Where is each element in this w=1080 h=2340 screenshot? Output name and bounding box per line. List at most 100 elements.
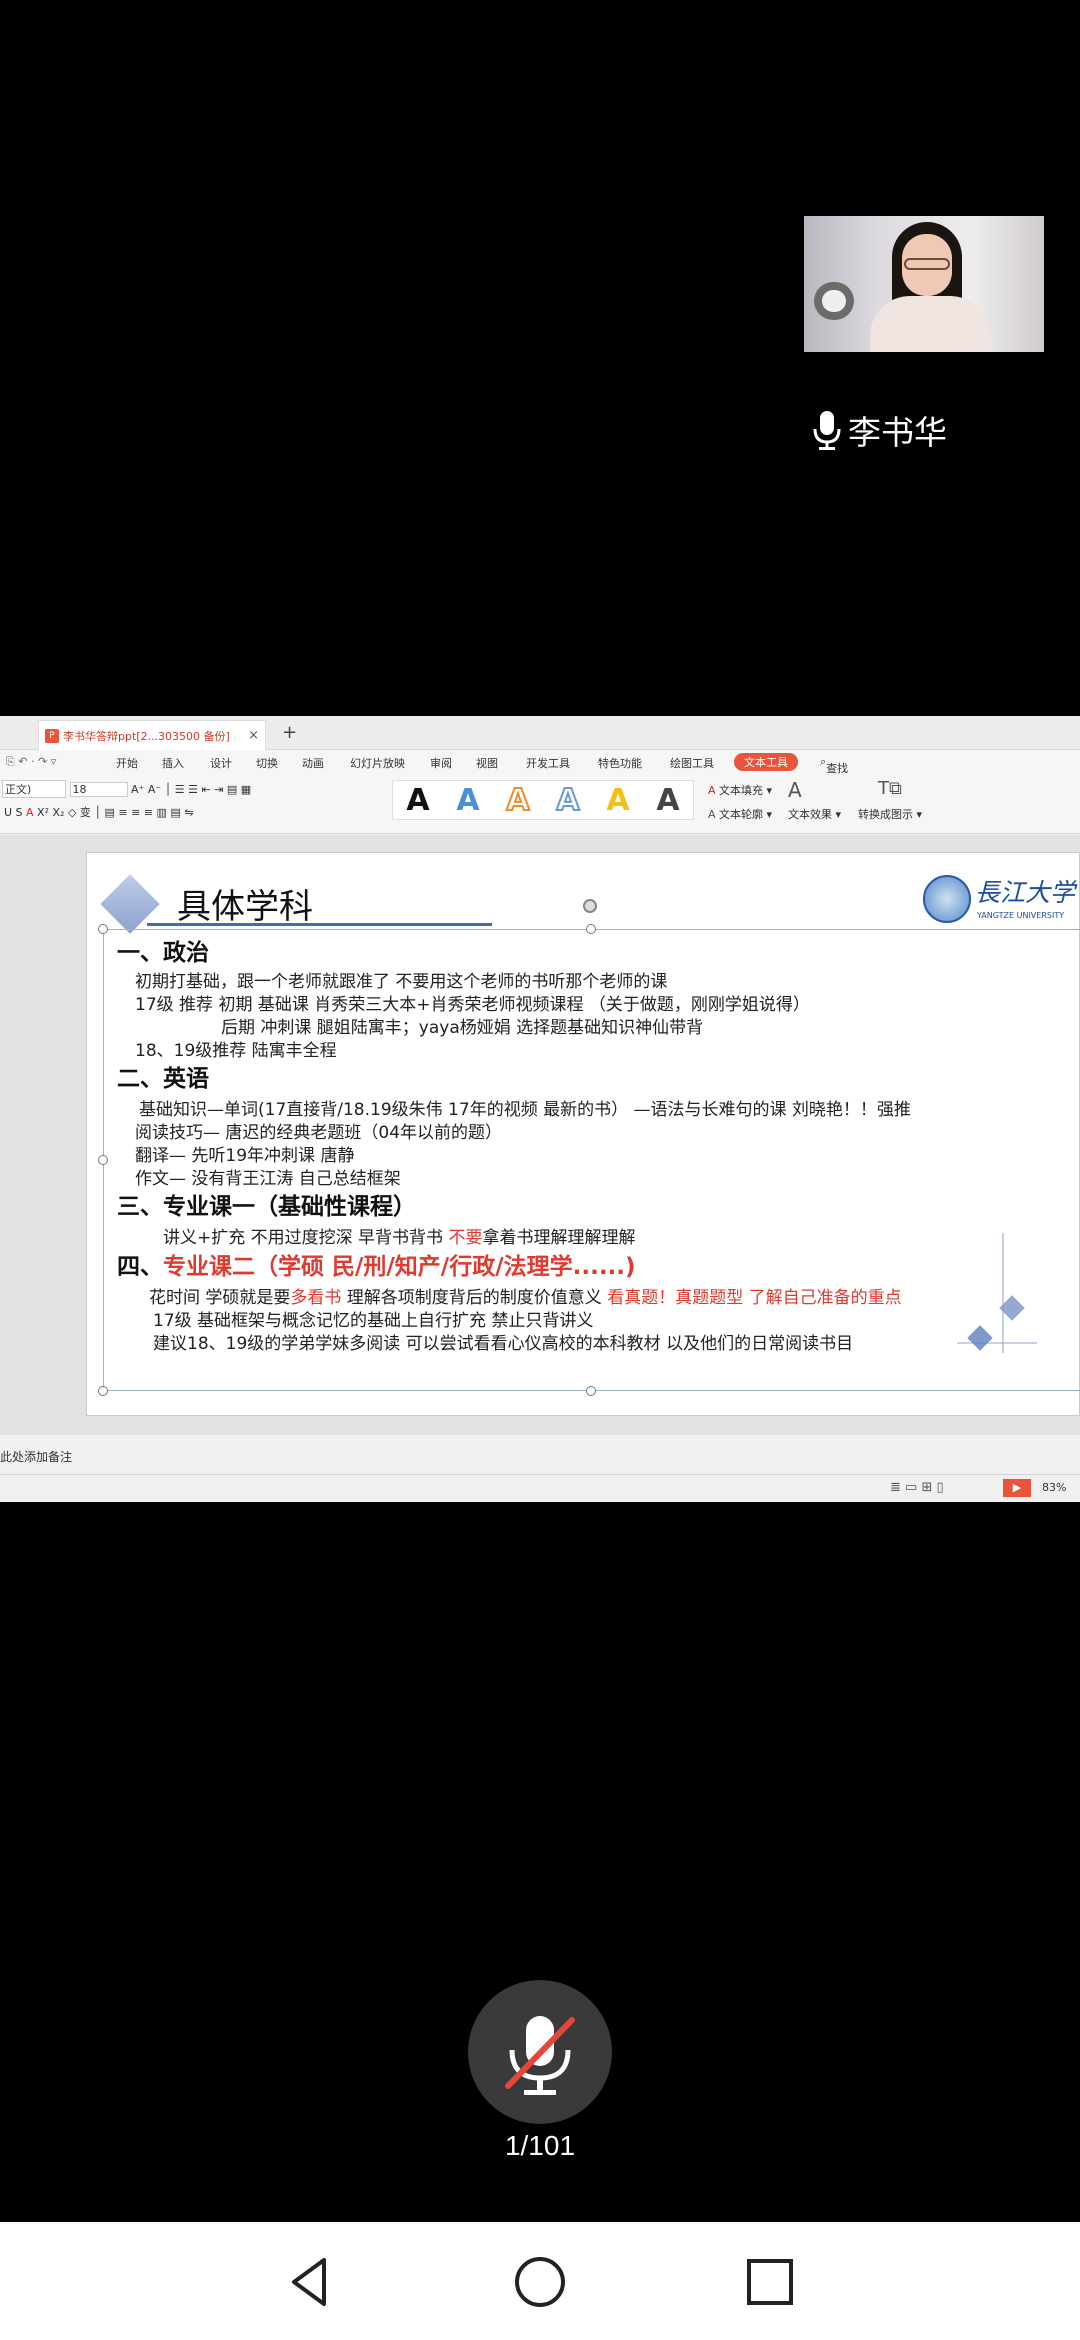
font-row: 正文) 18 A⁺ A⁻ │ ☰ ☰ ⇤ ⇥ ▤ ▦ [2, 780, 251, 798]
university-seal [923, 875, 971, 923]
notes-placeholder[interactable]: 此处添加备注 [0, 1448, 72, 1465]
menu-item-start[interactable]: 开始 [116, 755, 138, 771]
menu-item-insert[interactable]: 插入 [162, 755, 184, 771]
section-english: 二、英语 [117, 1066, 209, 1092]
slide-title[interactable]: 具体学科 [177, 879, 313, 928]
major-two-line-1: 花时间 学硕就是要多看书 理解各项制度背后的制度价值意义 看真题！真题题型 了解… [149, 1283, 902, 1308]
font-name-select[interactable]: 正文) [2, 780, 66, 798]
back-icon[interactable] [280, 2252, 340, 2312]
politics-line-1: 初期打基础，跟一个老师就跟准了 不要用这个老师的书听那个老师的课 [135, 972, 668, 992]
section-politics: 一、政治 [117, 940, 209, 966]
text-outline-label: 文本轮廓 [719, 808, 764, 821]
document-tab[interactable]: P 李书华答辩ppt[2...303500 备份] × [38, 720, 266, 750]
document-tab-title: 李书华答辩ppt[2...303500 备份] [63, 729, 230, 743]
home-icon[interactable] [510, 2252, 570, 2312]
resize-handle-bl[interactable] [98, 1386, 108, 1396]
menu-item-text-tools[interactable]: 文本工具 [734, 753, 798, 771]
major-two-text-c: 理解各项制度背后的制度价值意义 [341, 1288, 608, 1308]
politics-line-3: 后期 冲刺课 腿姐陆寓丰；yaya杨娅娟 选择题基础知识神仙带背 [221, 1018, 704, 1038]
search-menu[interactable]: ⌕ 查找 [820, 755, 848, 775]
speaker-name: 李书华 [848, 413, 947, 452]
major-two-text-red2: 看真题！真题题型 了解自己准备的重点 [607, 1288, 902, 1308]
mic-muted-icon [505, 2016, 575, 2095]
major-two-prefix: 四、 [117, 1254, 163, 1280]
text-style-black[interactable]: A [406, 783, 429, 818]
major-two-text-red1: 多看书 [290, 1288, 342, 1308]
major-two-line-2: 17级 基础框架与概念记忆的基础上自行扩充 禁止只背讲义 [153, 1311, 594, 1331]
resize-handle-t[interactable] [586, 924, 596, 934]
menu-item-design[interactable]: 设计 [210, 755, 232, 771]
shared-screen[interactable]: P 李书华答辩ppt[2...303500 备份] × + ⎘ ↶ · ↷ ▿ … [0, 716, 1080, 1502]
system-nav-bar [0, 2222, 1080, 2340]
major-one-text-red: 不要 [448, 1228, 483, 1248]
slide[interactable]: 具体学科 長江大学 YANGTZE UNIVERSITY 一、政治 初期打基础，… [86, 852, 1080, 1416]
quick-access-icons[interactable]: ⎘ ↶ · ↷ ▿ [6, 755, 56, 769]
text-effect-label: 文本效果 [788, 808, 832, 821]
text-style-blue-outline[interactable]: A [555, 782, 580, 819]
major-two-line-3: 建议18、19级的学弟学妹多阅读 可以尝试看看心仪高校的本科教材 以及他们的日常… [153, 1334, 854, 1354]
text-effect-button[interactable]: 文本效果 ▾ [788, 806, 841, 822]
menu-item-animation[interactable]: 动画 [302, 755, 324, 771]
participant-video[interactable] [804, 216, 1044, 352]
menu-item-developer[interactable]: 开发工具 [526, 755, 570, 771]
major-one-text-c: 拿着书理解理解理解 [482, 1228, 636, 1248]
notes-bar[interactable]: 此处添加备注 [0, 1444, 1080, 1468]
major-one-line-1: 讲义+扩充 不用过度挖深 早背书背书 不要拿着书理解理解理解 [163, 1223, 635, 1248]
text-style-orange-outline[interactable]: A [505, 782, 530, 819]
politics-line-2: 17级 推荐 初期 基础课 肖秀荣三大本+肖秀荣老师视频课程 （关于做题，刚刚学… [135, 995, 810, 1015]
section-major-two: 四、专业课二（学硕 民/刑/知产/行政/法理学......) [117, 1247, 636, 1281]
menu-item-drawing-tools[interactable]: 绘图工具 [670, 755, 714, 771]
menu-bar: ⎘ ↶ · ↷ ▿ 开始 插入 设计 切换 动画 幻灯片放映 审阅 视图 开发工… [0, 750, 1080, 775]
recents-icon[interactable] [740, 2252, 800, 2312]
font-size-select[interactable]: 18 [69, 782, 128, 797]
zoom-level[interactable]: 83% [1042, 1481, 1066, 1494]
text-effect-icon[interactable]: A [788, 778, 802, 802]
resize-handle-b[interactable] [586, 1386, 596, 1396]
text-style-blue[interactable]: A [456, 783, 479, 818]
new-tab-button[interactable]: + [282, 722, 297, 743]
text-style-gallery[interactable]: A A A A A A [392, 780, 694, 820]
active-speaker-label: 李书华 [812, 408, 947, 452]
english-line-4: 作文— 没有背王江涛 自己总结框架 [135, 1169, 401, 1189]
play-slideshow-icon[interactable]: ▶ [1003, 1479, 1031, 1497]
menu-item-features[interactable]: 特色功能 [598, 755, 642, 771]
rotate-handle[interactable] [583, 899, 597, 913]
video-person-body [870, 296, 990, 352]
major-two-text-a: 花时间 学硕就是要 [149, 1288, 291, 1308]
format-row: U S A X² X₂ ◇ 变 │ ▤ ≡ ≡ ≡ ▥ ▤ ⇋ [4, 804, 194, 820]
resize-handle-tl[interactable] [98, 924, 108, 934]
page-counter: 1/101 [504, 2130, 576, 2161]
text-fill-button[interactable]: A 文本填充 ▾ [708, 782, 772, 798]
mic-icon [813, 411, 841, 450]
menu-item-slideshow[interactable]: 幻灯片放映 [350, 755, 405, 771]
convert-diagram-icon[interactable]: T⧉ [878, 778, 902, 799]
text-outline-button[interactable]: A 文本轮廓 ▾ [708, 806, 772, 822]
wps-tab-bar: P 李书华答辩ppt[2...303500 备份] × + [0, 716, 1080, 750]
resize-handle-l[interactable] [98, 1155, 108, 1165]
convert-diagram-label: 转换成图示 [858, 808, 913, 821]
title-underline [147, 923, 492, 926]
university-logo-en: YANGTZE UNIVERSITY [977, 911, 1065, 920]
mute-button[interactable] [468, 1980, 612, 2124]
view-mode-icons[interactable]: ≣ ▭ ⊞ ▯ [890, 1480, 944, 1495]
menu-item-view[interactable]: 视图 [476, 755, 498, 771]
university-logo: 長江大学 YANGTZE UNIVERSITY [923, 873, 1075, 925]
english-line-2: 阅读技巧— 唐迟的经典老题班（04年以前的题） [135, 1123, 503, 1143]
menu-item-transition[interactable]: 切换 [256, 755, 278, 771]
english-line-1: 基础知识—单词(17直接背/18.19级朱伟 17年的视频 最新的书） —语法与… [139, 1100, 911, 1120]
status-bar: ≣ ▭ ⊞ ▯ ▶ 83% [0, 1474, 1080, 1502]
video-person-glasses [904, 258, 950, 270]
text-style-dark[interactable]: A [656, 783, 679, 818]
politics-line-4: 18、19级推荐 陆寓丰全程 [135, 1041, 337, 1061]
ribbon-toolbar: 正文) 18 A⁺ A⁻ │ ☰ ☰ ⇤ ⇥ ▤ ▦ U S A X² X₂ ◇… [0, 774, 1080, 834]
convert-diagram-button[interactable]: 转换成图示 ▾ [858, 806, 922, 822]
text-style-yellow[interactable]: A [606, 783, 629, 818]
major-one-text-a: 讲义+扩充 不用过度挖深 早背书背书 [163, 1228, 449, 1248]
format-icons[interactable]: U S A X² X₂ ◇ 变 │ ▤ ≡ ≡ ≡ ▥ ▤ ⇋ [4, 806, 194, 819]
close-tab-icon[interactable]: × [248, 728, 259, 743]
video-toy-face [822, 290, 846, 312]
section-major-one: 三、专业课一（基础性课程） [117, 1194, 416, 1220]
ppt-file-icon: P [45, 728, 59, 743]
menu-item-review[interactable]: 审阅 [430, 755, 452, 771]
font-grow-shrink-icons[interactable]: A⁺ A⁻ │ ☰ ☰ ⇤ ⇥ ▤ ▦ [131, 783, 251, 796]
